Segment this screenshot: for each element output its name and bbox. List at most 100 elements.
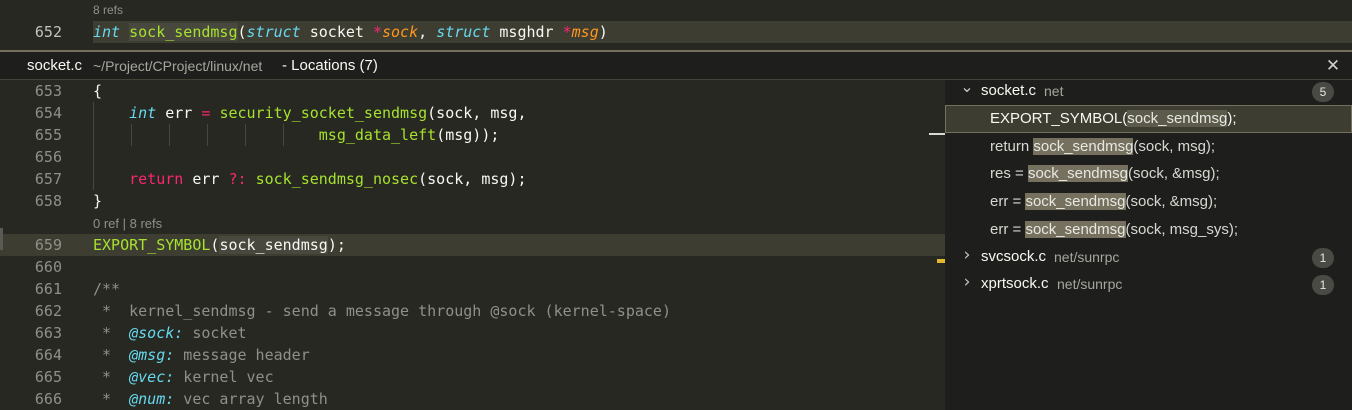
tree-file-svcsock-c[interactable]: › svcsock.c net/sunrpc 1 <box>945 244 1352 272</box>
current-line[interactable]: 652 int sock_sendmsg(struct socket *sock… <box>0 21 1352 43</box>
tree-file-name: svcsock.c <box>981 247 1047 265</box>
code-token: kernel vec <box>174 368 274 386</box>
line-number: 660 <box>34 258 62 276</box>
chevron-right-icon[interactable]: › <box>960 273 974 290</box>
code-text: /** <box>93 278 120 300</box>
code-line[interactable]: 653 { <box>0 80 945 102</box>
code-text: * kernel_sendmsg - send a message throug… <box>93 300 671 322</box>
code-token: * <box>93 390 130 408</box>
peek-editor[interactable]: 653 {654 int err = security_socket_sendms… <box>0 80 945 410</box>
references-tree[interactable]: ⌄ socket.c net 5 EXPORT_SYMBOL(sock_sendmsg)… <box>945 78 1352 410</box>
reference-match: sock_sendmsg <box>1033 137 1134 155</box>
code-token: /** <box>93 280 121 298</box>
code-line[interactable]: 660 <box>0 256 945 278</box>
code-token: EXPORT_SYMBOL <box>93 236 211 254</box>
code-token: socket <box>300 23 373 41</box>
code-token: @msg: <box>129 346 175 364</box>
code-token: struct <box>246 23 301 41</box>
code-text: } <box>93 190 102 212</box>
code-line[interactable]: 655 msg_data_left(msg)); <box>0 124 945 146</box>
code-line[interactable]: 659 EXPORT_SYMBOL(sock_sendmsg); <box>0 234 945 256</box>
reference-text: return sock_sendmsg(sock, msg); <box>990 137 1215 155</box>
code-token: struct <box>436 23 491 41</box>
code-text: * @sock: socket <box>93 322 247 344</box>
code-line[interactable]: 661 /** <box>0 278 945 300</box>
code-line[interactable]: 666 * @num: vec array length <box>0 388 945 410</box>
code-token: msg <box>571 23 599 41</box>
reference-item[interactable]: err = sock_sendmsg(sock, &msg); <box>945 188 1352 216</box>
code-line[interactable]: 657 return err ?: sock_sendmsg_nosec(soc… <box>0 168 945 190</box>
reference-text: EXPORT_SYMBOL(sock_sendmsg); <box>990 110 1237 127</box>
code-token: (sock, msg); <box>418 170 527 188</box>
code-line[interactable]: 663 * @sock: socket <box>0 322 945 344</box>
code-text: * @msg: message header <box>93 344 310 366</box>
code-token: ) <box>598 23 608 41</box>
tree-file-dir: net <box>1044 83 1064 99</box>
code-text: * @num: vec array length <box>93 388 328 410</box>
reference-text: err = sock_sendmsg(sock, &msg); <box>990 193 1218 211</box>
code-line[interactable]: 662 * kernel_sendmsg - send a message th… <box>0 300 945 322</box>
chevron-down-icon[interactable]: ⌄ <box>960 79 974 95</box>
codelens-ref-count[interactable]: 0 ref | 8 refs <box>93 216 162 231</box>
reference-suffix: (sock, &msg); <box>1128 165 1220 183</box>
reference-suffix: (sock, &msg); <box>1125 193 1218 211</box>
code-token: (msg)); <box>436 126 500 144</box>
indent-guide <box>131 124 132 146</box>
code-token: msghdr <box>490 23 563 41</box>
line-number: 662 <box>34 302 62 320</box>
code-token: @num: <box>129 390 175 408</box>
code-text: return err ?: sock_sendmsg_nosec(sock, m… <box>93 168 527 190</box>
peek-title: - Locations (7) <box>282 57 378 74</box>
line-number: 652 <box>34 23 62 41</box>
chevron-right-icon[interactable]: › <box>960 246 974 263</box>
code-token: sock_sendmsg <box>219 236 328 254</box>
reference-item[interactable]: EXPORT_SYMBOL(sock_sendmsg); <box>945 105 1352 133</box>
peek-file-name[interactable]: socket.c <box>27 57 82 74</box>
close-icon[interactable]: ✕ <box>1324 57 1342 75</box>
line-number: 657 <box>34 170 62 188</box>
code-token: int <box>129 104 157 122</box>
code-token: ?: <box>228 170 247 188</box>
code-token: err <box>156 104 202 122</box>
reference-item[interactable]: res = sock_sendmsg(sock, &msg); <box>945 160 1352 188</box>
code-token: (sock, msg, <box>427 104 527 122</box>
code-token: * <box>372 23 382 41</box>
code-token: } <box>93 192 103 210</box>
code-line[interactable]: int sock_sendmsg(struct socket *sock, st… <box>93 21 608 43</box>
line-number: 655 <box>34 126 62 144</box>
scrollbar-match-marker <box>937 259 945 263</box>
tree-file-socket-c[interactable]: ⌄ socket.c net 5 <box>945 78 1352 106</box>
reference-match: sock_sendmsg <box>1027 165 1128 183</box>
reference-item[interactable]: return sock_sendmsg(sock, msg); <box>945 133 1352 161</box>
code-token: * <box>93 368 130 386</box>
code-line[interactable]: 664 * @msg: message header <box>0 344 945 366</box>
reference-item[interactable]: err = sock_sendmsg(sock, msg_sys); <box>945 216 1352 244</box>
code-line[interactable]: 654 int err = security_socket_sendmsg(so… <box>0 102 945 124</box>
code-line[interactable]: 658} <box>0 190 945 212</box>
line-number: 665 <box>34 368 62 386</box>
code-token: sock_sendmsg_nosec <box>255 170 419 188</box>
code-token: msg_data_left <box>318 126 437 144</box>
code-token: * kernel_sendmsg - send a message throug… <box>93 302 671 320</box>
reference-prefix: EXPORT_SYMBOL( <box>990 110 1128 127</box>
line-number: 659 <box>34 236 62 254</box>
code-token: @sock: <box>129 324 184 342</box>
indent-guide <box>93 102 94 190</box>
code-line[interactable]: 656 <box>0 146 945 168</box>
code-token: ( <box>237 23 247 41</box>
tree-file-xprtsock-c[interactable]: › xprtsock.c net/sunrpc 1 <box>945 271 1352 299</box>
reference-prefix: return <box>990 137 1034 155</box>
tree-file-dir: net/sunrpc <box>1054 248 1120 265</box>
codelens-refs[interactable]: 8 refs <box>93 3 123 17</box>
code-text: int err = security_socket_sendmsg(sock, … <box>93 102 527 124</box>
code-token: return <box>129 170 184 188</box>
code-line[interactable]: 665 * @vec: kernel vec <box>0 366 945 388</box>
count-badge: 1 <box>1312 274 1334 295</box>
code-token: socket <box>183 324 247 342</box>
reference-prefix: res = <box>990 165 1028 183</box>
